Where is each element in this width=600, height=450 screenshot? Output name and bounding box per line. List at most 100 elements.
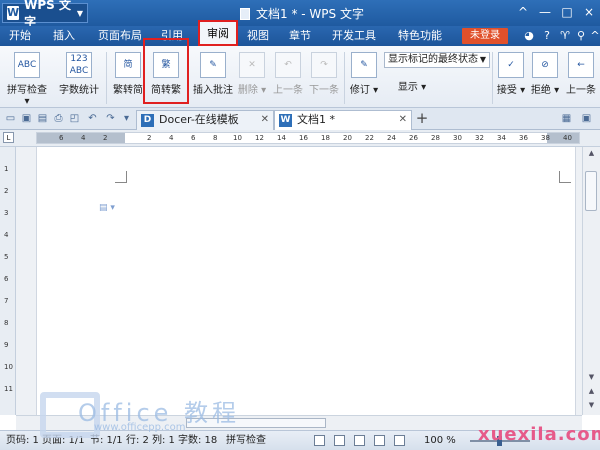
document-tab-strip: ▭ ▣ ▤ ⎙ ◰ ↶ ↷ ▾ D Docer-在线模板 ✕ W 文档1 * ✕…	[0, 108, 600, 130]
next-page-icon[interactable]: ▼	[583, 401, 600, 413]
vruler-number: 1	[4, 165, 9, 173]
next-label: 下一条	[309, 85, 339, 96]
outline-view-icon[interactable]	[354, 435, 365, 446]
open-icon[interactable]: ▭	[4, 112, 17, 125]
title-bar: W WPS 文字 ▼ 文档1 * - WPS 文字 ^ — □ ×	[0, 0, 600, 29]
ruler-number: 38	[541, 134, 550, 142]
comment-icon: ✎	[200, 52, 226, 78]
maximize-button[interactable]: □	[556, 2, 578, 22]
ruler-number: 14	[277, 134, 286, 142]
tab-document1-label: 文档1 *	[297, 113, 335, 126]
horizontal-ruler[interactable]: 6 4 2 2 4 6 8 10 12 14 16 18 20 22 24 26…	[36, 132, 580, 144]
undo-icon[interactable]: ↶	[86, 112, 99, 125]
tab-review[interactable]: 审阅	[198, 20, 238, 46]
tab-list-icon[interactable]: ▦	[560, 112, 573, 125]
paste-options-icon[interactable]: ▤ ▾	[99, 203, 115, 213]
prev-page-icon[interactable]: ▲	[583, 387, 600, 399]
pin-icon[interactable]: ⚲	[574, 29, 588, 43]
reject-icon: ⊘	[532, 52, 558, 78]
reading-view-icon[interactable]	[394, 435, 405, 446]
collapse-icon[interactable]: ^	[588, 29, 600, 43]
ribbon-toggle-button[interactable]: ^	[512, 2, 534, 22]
tab-page-layout[interactable]: 页面布局	[94, 26, 146, 46]
tab-developer[interactable]: 开发工具	[326, 26, 382, 46]
tab-close-all-icon[interactable]: ▣	[580, 112, 593, 125]
document-page[interactable]: ▤ ▾	[36, 147, 576, 415]
prev-label: 上一条	[273, 85, 303, 96]
tab-features[interactable]: 特色功能	[392, 26, 448, 46]
ribbon-divider	[344, 52, 345, 104]
minimize-button[interactable]: —	[534, 2, 556, 22]
accept-button[interactable]: ✓ 接受 ▾	[494, 52, 528, 96]
reject-button[interactable]: ⊘ 拒绝 ▾	[528, 52, 562, 96]
vertical-scrollbar[interactable]: ▲ ▼ ▲ ▼	[582, 147, 600, 415]
tab-document1[interactable]: W 文档1 * ✕	[274, 110, 412, 130]
spellcheck-button[interactable]: ABC 拼写检查 ▾	[4, 52, 50, 107]
markup-display-select[interactable]: 显示标记的最终状态 ▼	[384, 52, 490, 68]
markup-display-value: 显示标记的最终状态	[388, 54, 478, 65]
ruler-number: 6	[59, 134, 64, 142]
help-icon[interactable]: ?	[540, 29, 554, 43]
tab-insert[interactable]: 插入	[48, 26, 80, 46]
close-icon[interactable]: ✕	[399, 111, 407, 129]
vruler-number: 3	[4, 209, 9, 217]
wps-logo-icon: W	[7, 6, 20, 20]
vruler-number: 8	[4, 319, 9, 327]
status-wordcount[interactable]: 字数: 18	[178, 431, 217, 450]
scroll-up-icon[interactable]: ▲	[583, 149, 600, 161]
track-changes-label: 修订 ▾	[349, 85, 379, 96]
vertical-ruler[interactable]: 1 2 3 4 5 6 7 8 9 10 11	[0, 147, 16, 415]
ruler-number: 24	[387, 134, 396, 142]
scroll-thumb[interactable]	[585, 171, 597, 211]
ribbon-divider	[492, 52, 493, 104]
wordcount-button[interactable]: 123 ABC 字数统计	[56, 52, 102, 96]
insert-comment-button[interactable]: ✎ 插入批注	[192, 52, 234, 96]
full-screen-icon[interactable]	[314, 435, 325, 446]
next-comment-button[interactable]: ↷ 下一条	[306, 52, 342, 96]
ruler-number: 30	[453, 134, 462, 142]
delete-comment-button[interactable]: ✕ 删除 ▾	[236, 52, 268, 96]
tab-docer[interactable]: D Docer-在线模板 ✕	[136, 110, 274, 130]
prev-icon: ↶	[275, 52, 301, 78]
prev-change-button[interactable]: ← 上一条	[562, 52, 600, 96]
zoom-level[interactable]: 100 %	[424, 431, 456, 450]
ruler-number: 18	[321, 134, 330, 142]
prev-comment-button[interactable]: ↶ 上一条	[270, 52, 306, 96]
status-page-number: 页码: 1	[6, 435, 39, 446]
print-icon[interactable]: ⎙	[52, 112, 65, 125]
vruler-number: 5	[4, 253, 9, 261]
tab-stop-selector[interactable]: L	[3, 132, 14, 143]
tab-chapter[interactable]: 章节	[284, 26, 316, 46]
shirt-icon[interactable]: ♈	[558, 29, 572, 43]
tab-docer-label: Docer-在线模板	[159, 113, 239, 126]
delete-label: 删除 ▾	[237, 85, 267, 96]
ruler-number: 2	[103, 134, 108, 142]
add-tab-button[interactable]: +	[414, 110, 430, 128]
close-icon[interactable]: ✕	[261, 111, 269, 129]
print-preview-icon[interactable]: ◰	[68, 112, 81, 125]
web-view-icon[interactable]	[374, 435, 385, 446]
vruler-number: 4	[4, 231, 9, 239]
trad-to-simp-button[interactable]: 简 繁转简	[110, 52, 146, 96]
export-pdf-icon[interactable]: ▤	[36, 112, 49, 125]
app-menu-button[interactable]: W WPS 文字 ▼	[2, 0, 88, 29]
redo-icon[interactable]: ↷	[104, 112, 117, 125]
track-changes-button[interactable]: ✎ 修订 ▾	[348, 52, 380, 96]
save-icon[interactable]: ▣	[20, 112, 33, 125]
skin-icon[interactable]: ◕	[522, 29, 536, 43]
login-button[interactable]: 未登录	[462, 28, 508, 44]
close-button[interactable]: ×	[578, 2, 600, 22]
status-spellcheck[interactable]: 拼写检查	[226, 431, 266, 450]
document-icon	[240, 7, 250, 20]
highlight-annotation	[143, 38, 189, 104]
prev-change-label: 上一条	[566, 85, 596, 96]
show-markup-label: 显示 ▾	[397, 82, 427, 93]
margin-corner-mark	[115, 171, 127, 183]
page-view-icon[interactable]	[334, 435, 345, 446]
customize-chevron-icon[interactable]: ▾	[120, 112, 133, 125]
show-markup-button[interactable]: 显示 ▾	[390, 78, 434, 93]
tab-view[interactable]: 视图	[242, 26, 274, 46]
tab-start[interactable]: 开始	[4, 26, 36, 46]
scroll-down-icon[interactable]: ▼	[583, 373, 600, 385]
docer-icon: D	[141, 114, 154, 127]
